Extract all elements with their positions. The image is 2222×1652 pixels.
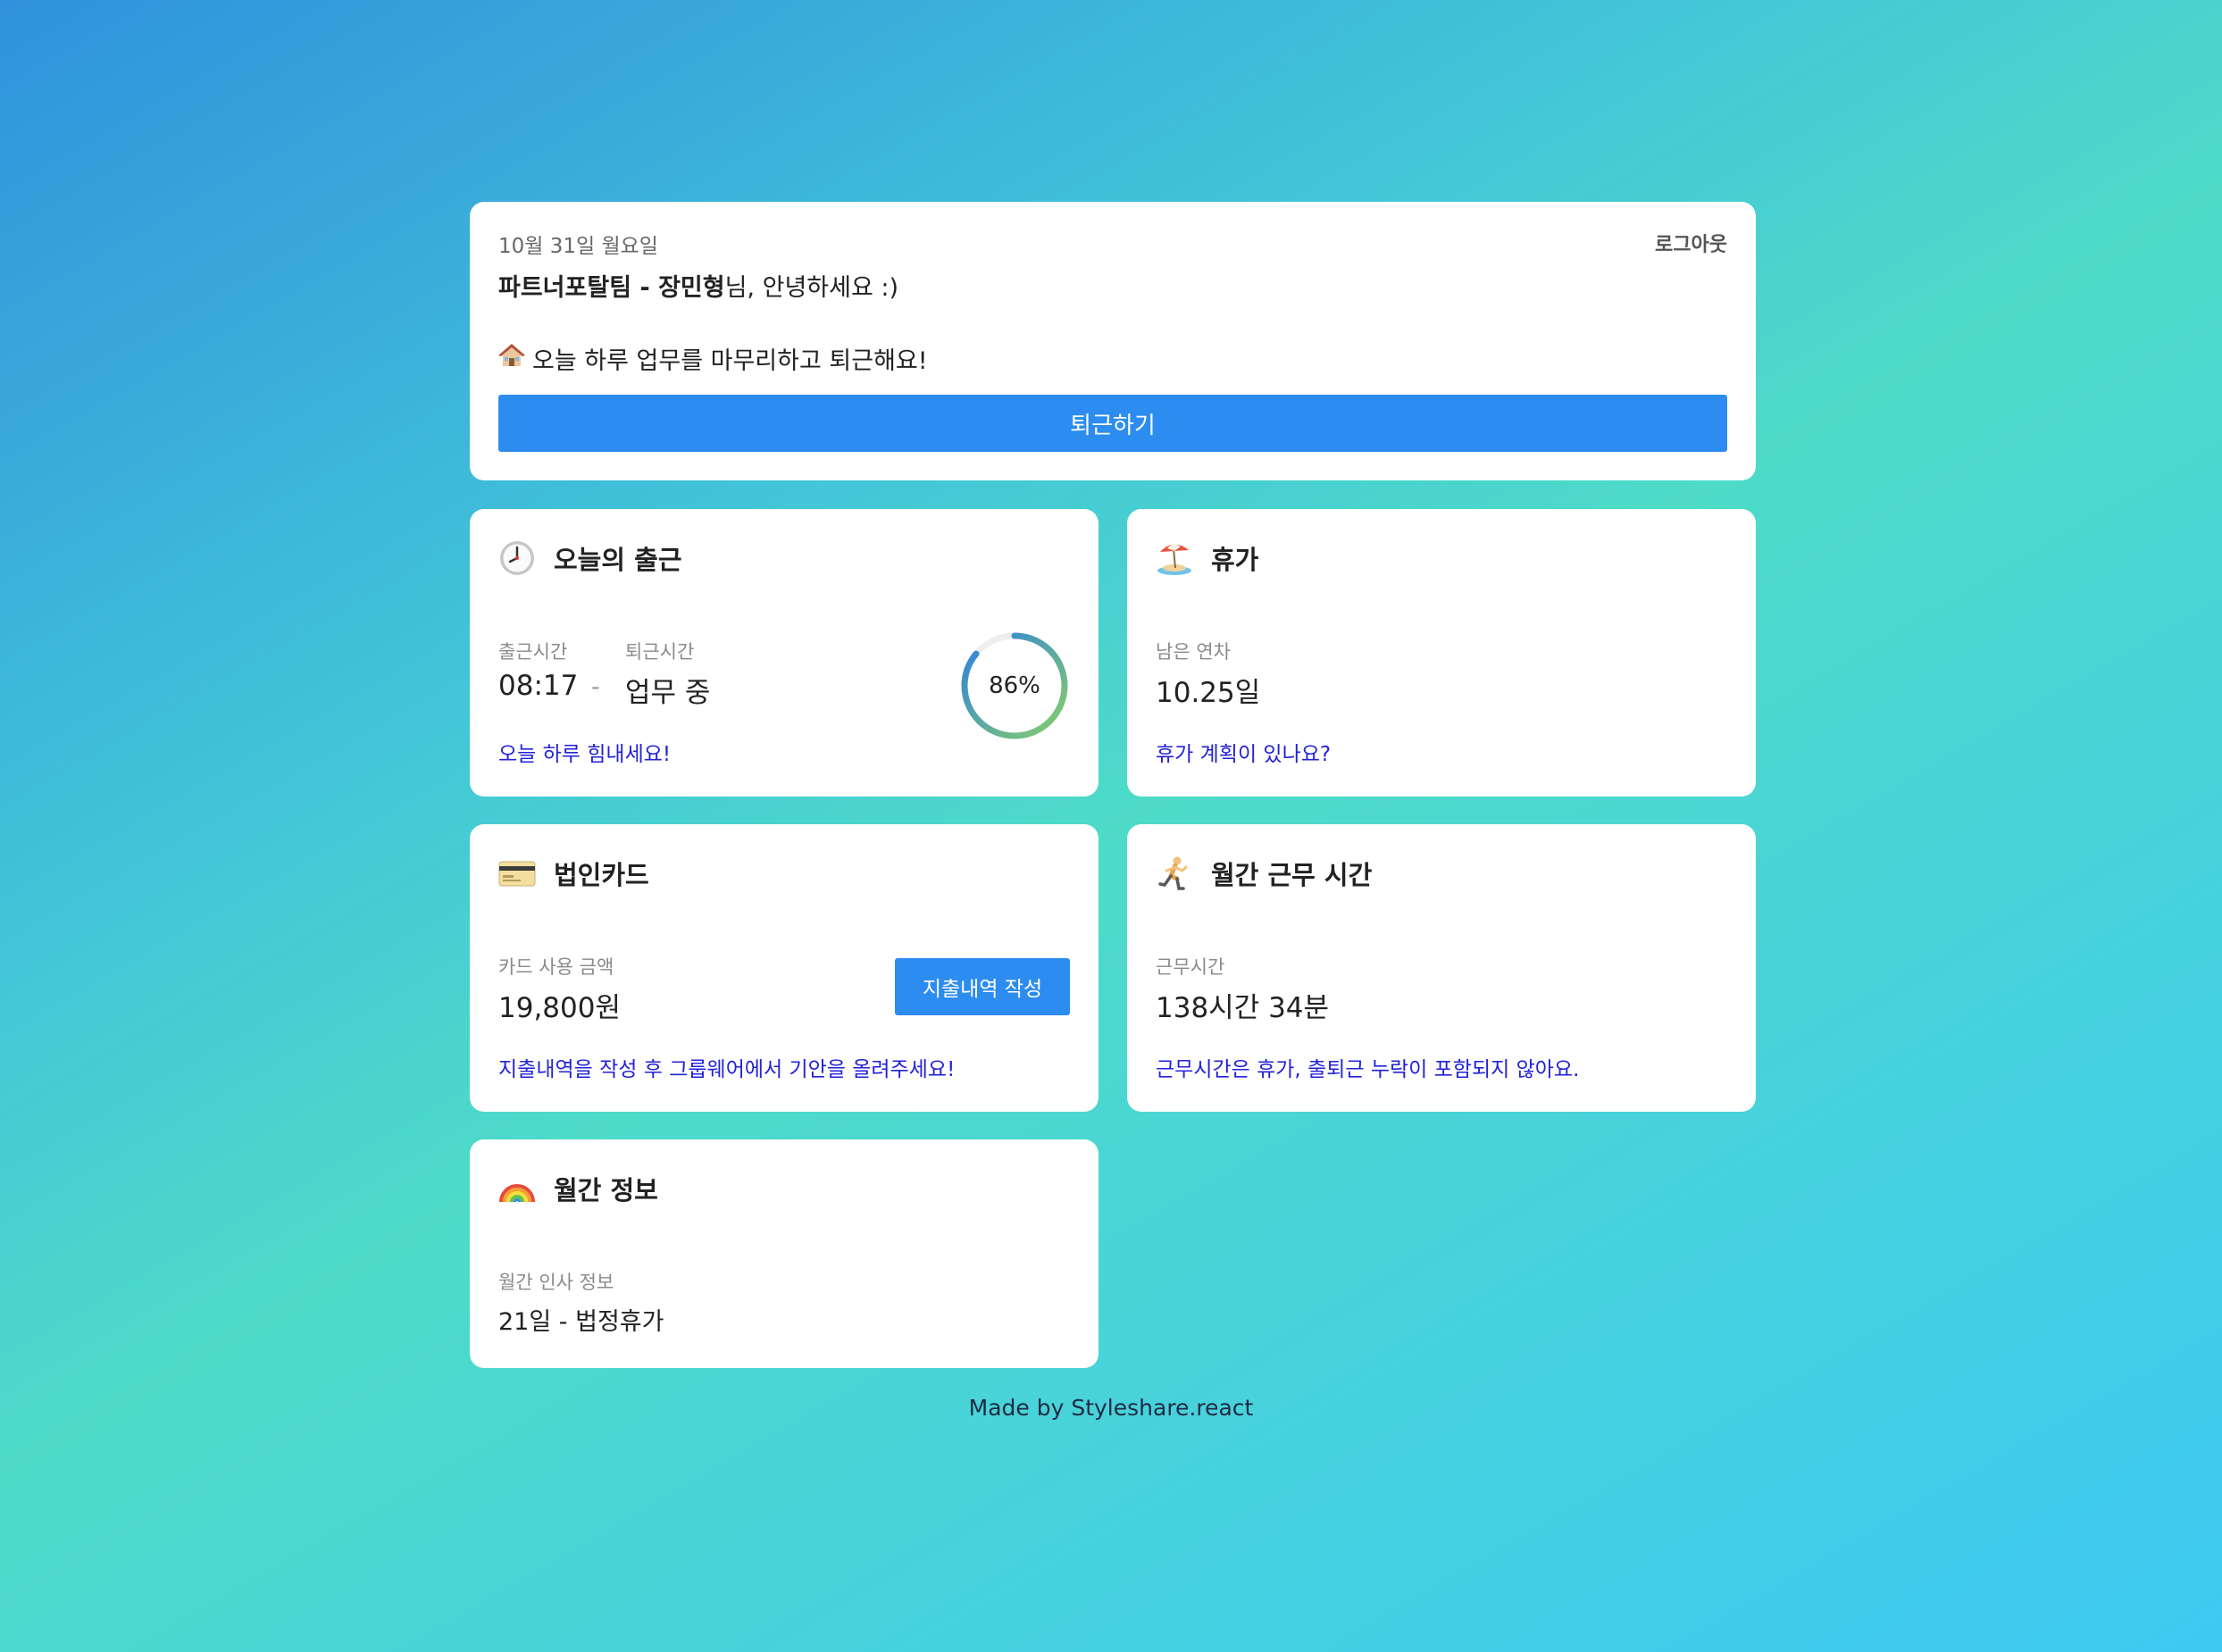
clock-icon xyxy=(498,539,536,577)
vacation-card-header: 휴가 xyxy=(1156,539,1258,577)
rainbow-icon xyxy=(498,1170,536,1207)
vacation-note[interactable]: 휴가 계획이 있나요? xyxy=(1156,737,1331,767)
logout-link[interactable]: 로그아웃 xyxy=(1655,229,1727,257)
time-separator: - xyxy=(591,673,600,701)
current-date: 10월 31일 월요일 xyxy=(498,235,658,258)
greeting-text: 파트너포탈팀 - 장민형님, 안녕하세요 :) xyxy=(498,268,898,303)
beach-umbrella-icon xyxy=(1156,539,1193,577)
user-name: 장민형 xyxy=(658,274,725,302)
leave-message-text: 오늘 하루 업무를 마무리하고 퇴근해요! xyxy=(532,347,928,375)
commute-title: 오늘의 출근 xyxy=(554,545,682,575)
remaining-leave-value: 10.25일 xyxy=(1156,677,1261,709)
greeting-card: 10월 31일 월요일 로그아웃 파트너포탈팀 - 장민형님, 안녕하세요 :)… xyxy=(470,202,1756,480)
vacation-title: 휴가 xyxy=(1211,545,1259,575)
remaining-leave-label: 남은 연차 xyxy=(1156,641,1231,663)
corporate-card-header: 법인카드 xyxy=(498,855,649,892)
work-time-header: 월간 근무 시간 xyxy=(1156,855,1372,892)
monthly-info-title: 월간 정보 xyxy=(554,1175,658,1206)
card-spend-value: 19,800원 xyxy=(498,992,621,1024)
end-time-value: 업무 중 xyxy=(625,677,711,709)
corporate-card-title: 법인카드 xyxy=(554,860,649,890)
write-expense-button[interactable]: 지출내역 작성 xyxy=(895,958,1070,1015)
monthly-work-time-card: 월간 근무 시간 근무시간 138시간 34분 근무시간은 휴가, 출퇴근 누락… xyxy=(1127,824,1756,1112)
hr-info-value: 21일 - 법정휴가 xyxy=(498,1308,664,1336)
progress-percent: 86% xyxy=(989,672,1040,699)
commute-card: 오늘의 출근 출근시간 퇴근시간 08:17 - 업무 중 86% 오늘 하루 … xyxy=(470,509,1098,797)
greeting-suffix: 님, 안녕하세요 :) xyxy=(724,274,899,302)
start-time-value: 08:17 xyxy=(498,670,579,702)
credit-card-icon xyxy=(498,855,536,892)
monthly-info-card: 월간 정보 월간 인사 정보 21일 - 법정휴가 xyxy=(470,1139,1098,1368)
corporate-card-card: 법인카드 카드 사용 금액 19,800원 지출내역 작성 지출내역을 작성 후… xyxy=(470,824,1098,1112)
work-hours-value: 138시간 34분 xyxy=(1156,992,1330,1024)
work-time-title: 월간 근무 시간 xyxy=(1211,860,1373,890)
team-name: 파트너포탈팀 xyxy=(498,274,632,302)
hr-info-label: 월간 인사 정보 xyxy=(498,1272,614,1293)
work-hours-label: 근무시간 xyxy=(1156,956,1225,978)
footer-credit: Made by Styleshare.react xyxy=(968,1395,1254,1421)
start-time-label: 출근시간 xyxy=(498,641,568,663)
end-time-label: 퇴근시간 xyxy=(625,641,695,663)
corporate-card-note: 지출내역을 작성 후 그룹웨어에서 기안을 올려주세요! xyxy=(498,1058,956,1081)
commute-note: 오늘 하루 힘내세요! xyxy=(498,743,672,766)
leave-message: 오늘 하루 업무를 마무리하고 퇴근해요! xyxy=(498,341,928,376)
house-icon xyxy=(498,342,525,375)
monthly-info-header: 월간 정보 xyxy=(498,1170,658,1207)
commute-card-header: 오늘의 출근 xyxy=(498,539,682,577)
card-spend-label: 카드 사용 금액 xyxy=(498,956,614,978)
work-progress-ring: 86% xyxy=(959,630,1070,741)
vacation-card: 휴가 남은 연차 10.25일 휴가 계획이 있나요? xyxy=(1127,509,1756,797)
work-time-note: 근무시간은 휴가, 출퇴근 누락이 포함되지 않아요. xyxy=(1156,1058,1580,1081)
name-separator: - xyxy=(631,274,659,302)
leave-work-button[interactable]: 퇴근하기 xyxy=(498,395,1727,452)
runner-icon xyxy=(1156,855,1193,892)
